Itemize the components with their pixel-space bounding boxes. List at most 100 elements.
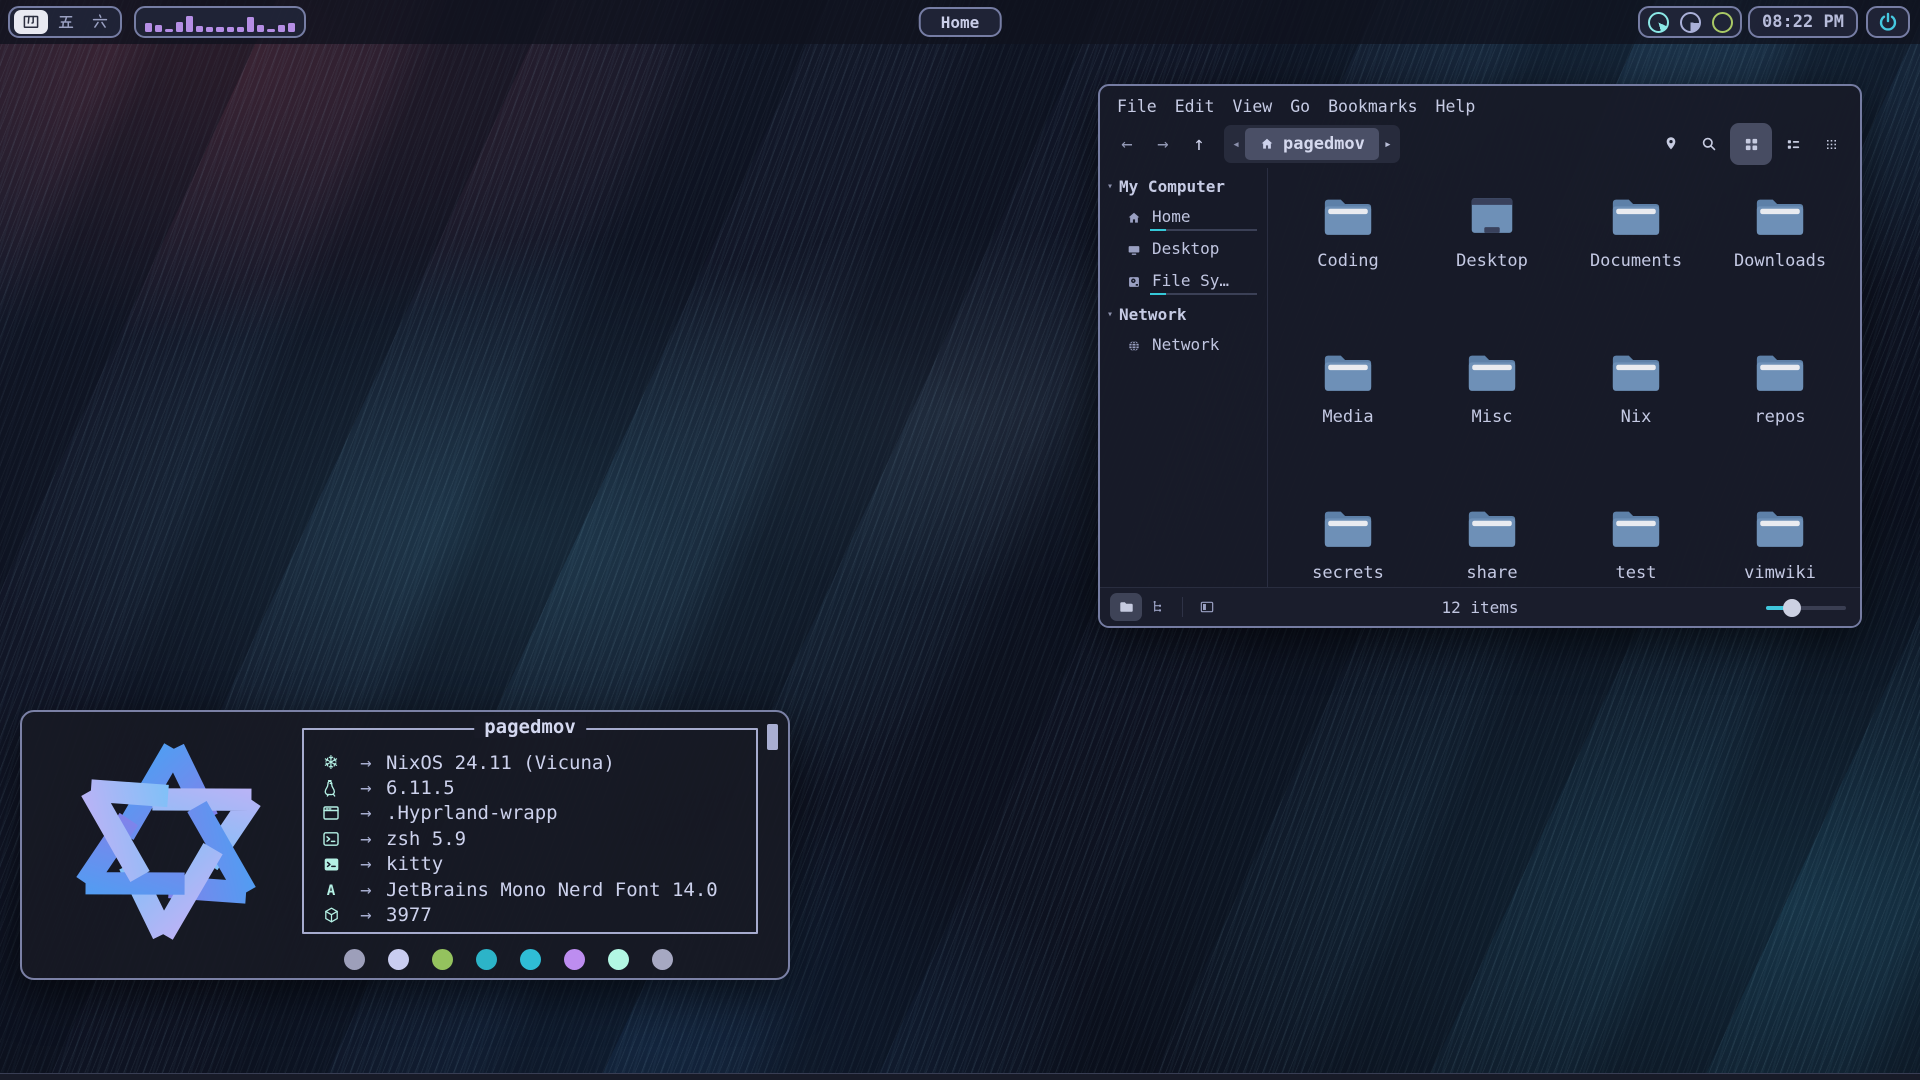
view-grid-button[interactable] [1730,123,1772,165]
folder-item-misc[interactable]: Misc [1420,340,1564,496]
sidebar-item-label: File Sy… [1150,269,1257,295]
zoom-slider-handle[interactable] [1783,599,1801,617]
top-bar: Home 08:22 PM [0,0,1920,44]
fetch-row-packages: →3977 [316,902,756,927]
folder-icon [1753,194,1807,239]
viz-bar-5 [196,26,203,32]
path-scroll-right-icon[interactable]: ▸ [1379,137,1397,152]
back-button[interactable]: ← [1112,129,1142,159]
up-button[interactable]: ↑ [1184,129,1214,159]
sidebar-section-label: Network [1119,305,1186,324]
audio-visualizer[interactable] [134,6,306,38]
system-gauges[interactable] [1638,6,1742,38]
folder-icon [1321,194,1375,239]
folder-item-test[interactable]: test [1564,496,1708,652]
workspace-3[interactable] [84,10,116,34]
toggle-sidepane-button[interactable] [1191,593,1223,621]
folder-item-media[interactable]: Media [1276,340,1420,496]
folder-label: test [1616,563,1657,583]
file-manager-window: FileEditViewGoBookmarksHelp ←→↑ ◂ pagedm… [1098,84,1862,628]
folder-label: repos [1754,407,1805,427]
clock[interactable]: 08:22 PM [1748,6,1858,38]
font-icon: A [316,880,346,900]
folder-item-documents[interactable]: Documents [1564,184,1708,340]
workspace-switcher[interactable] [8,6,122,38]
folder-item-coding[interactable]: Coding [1276,184,1420,340]
terminal-color-palette [280,949,736,970]
viz-bar-0 [145,23,152,32]
viz-bar-10 [247,17,254,32]
sidebar-item-home[interactable]: Home [1100,202,1267,234]
sidebar-section-my-computer[interactable]: ▾ My Computer [1100,170,1267,202]
zoom-slider-track[interactable] [1766,606,1846,610]
arrow-glyph: → [346,802,386,824]
items-count: 12 items [1441,598,1518,617]
menu-go[interactable]: Go [1281,97,1319,116]
viz-bar-4 [186,16,193,32]
packages-icon [316,906,346,925]
view-detail-button[interactable] [1814,127,1848,161]
folder-item-repos[interactable]: repos [1708,340,1852,496]
search-button[interactable] [1692,127,1726,161]
forward-button[interactable]: → [1148,129,1178,159]
linux-icon [316,778,346,798]
zoom-slider[interactable] [1766,599,1846,617]
folder-item-share[interactable]: share [1420,496,1564,652]
menu-edit[interactable]: Edit [1166,97,1224,116]
folder-icon [1609,194,1663,239]
folder-item-vimwiki[interactable]: vimwiki [1708,496,1852,652]
palette-color-6 [608,949,629,970]
fetch-row-nixos: ❄→NixOS 24.11 (Vicuna) [316,750,756,775]
folder-icon [1753,350,1807,395]
menu-bar: FileEditViewGoBookmarksHelp [1100,86,1860,120]
show-tree-button[interactable] [1142,593,1174,621]
sidebar-item-desktop[interactable]: Desktop [1100,234,1267,266]
folder-item-desktop[interactable]: Desktop [1420,184,1564,340]
folder-icon [1753,506,1807,551]
show-folders-button[interactable] [1110,593,1142,621]
power-button[interactable] [1866,6,1910,38]
palette-color-7 [652,949,673,970]
folder-label: Desktop [1456,251,1528,271]
sidebar-item-filesy[interactable]: File Sy… [1100,266,1267,298]
nixos-logo [66,732,271,951]
wm-icon [316,803,346,823]
folder-label: vimwiki [1744,563,1816,583]
arrow-glyph: → [346,879,386,901]
menu-view[interactable]: View [1224,97,1282,116]
desktop-icon [1465,194,1519,239]
palette-color-1 [388,949,409,970]
gauge-2 [1680,12,1701,33]
sidebar-section-network[interactable]: ▾Network [1100,298,1267,330]
view-compact-button[interactable] [1776,127,1810,161]
menu-help[interactable]: Help [1427,97,1485,116]
location-button[interactable] [1654,127,1688,161]
sidebar-item-label: Desktop [1150,237,1257,263]
folder-item-nix[interactable]: Nix [1564,340,1708,496]
path-scroll-left-icon[interactable]: ◂ [1227,137,1245,152]
workspace-2[interactable] [50,10,82,34]
fetch-value: kitty [386,853,443,875]
workspace-1[interactable] [14,10,48,34]
palette-color-3 [476,949,497,970]
sidebar-item-network[interactable]: Network [1100,330,1267,362]
sidebar-section-label: My Computer [1119,177,1225,196]
active-window-button[interactable]: Home [919,7,1002,37]
current-path-button[interactable]: pagedmov [1245,128,1379,160]
fetch-value: .Hyprland-wrapp [386,802,558,824]
arrow-glyph: → [346,828,386,850]
fetch-hostname: pagedmov [474,716,586,738]
collapse-arrow-icon: ▾ [1107,181,1113,192]
palette-color-4 [520,949,541,970]
home-icon [1126,210,1142,226]
nav-buttons: ←→↑ [1112,129,1214,159]
viz-bar-14 [288,23,295,32]
fetch-rows: ❄→NixOS 24.11 (Vicuna)→6.11.5→.Hyprland-… [304,730,756,928]
folder-icon [1465,350,1519,395]
path-bar: ◂ pagedmov ▸ [1224,125,1400,163]
folder-item-secrets[interactable]: secrets [1276,496,1420,652]
arrow-glyph: → [346,752,386,774]
menu-bookmarks[interactable]: Bookmarks [1319,97,1426,116]
menu-file[interactable]: File [1108,97,1166,116]
folder-item-downloads[interactable]: Downloads [1708,184,1852,340]
